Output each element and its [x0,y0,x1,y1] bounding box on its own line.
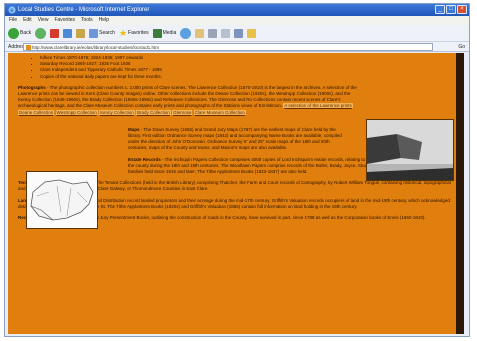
page-icon [26,45,31,50]
page-viewport: Kilkee Times 1870-1876; 1924-1936; 1997 … [8,53,464,334]
records-text: - Grand Jury Presentment Books, outlinin… [82,215,426,221]
menu-tools[interactable]: Tools [81,16,93,25]
edit-icon[interactable] [221,28,231,38]
menu-help[interactable]: Help [99,16,109,25]
scrollbar[interactable] [456,53,464,334]
search-label: Search [99,30,115,36]
media-label: Media [162,30,177,36]
estate-heading: Estate Records [128,156,161,162]
favorites-button[interactable]: ★ Favorites [118,27,149,38]
title-bar: e Local Studies Centre - Microsoft Inter… [5,4,469,16]
deane-link[interactable]: Deane Collection [18,109,55,115]
glenrose-link[interactable]: Glenrose [172,109,193,115]
window-title: Local Studies Centre - Microsoft Interne… [18,7,150,13]
back-label: Back [20,30,32,36]
menu-edit[interactable]: Edit [23,16,32,25]
westropp-link[interactable]: Westropp Collection [55,109,98,115]
cliffs-photo [366,119,454,181]
minimize-button[interactable]: _ [435,5,445,14]
messenger-icon[interactable] [247,28,257,38]
back-button[interactable]: Back [8,27,32,39]
close-button[interactable]: × [457,5,467,14]
maximize-button[interactable]: □ [446,5,456,14]
maps-text: - The Down Survey (1655) and Grand Jury … [128,126,342,151]
internet-explorer-icon: e [8,6,16,14]
maps-section: Maps - The Down Survey (1655) and Grand … [128,127,348,152]
address-bar: Address http://www.clarelibrary.ie/eolas… [5,42,469,52]
maps-heading: Maps [128,126,140,132]
newspaper-list: Kilkee Times 1870-1876; 1924-1936; 1997 … [18,55,452,80]
discuss-icon[interactable] [234,28,244,38]
standard-toolbar: Back Search ★ Favorites Media [5,25,469,42]
address-input[interactable]: http://www.clarelibrary.ie/eolas/library… [23,43,433,51]
history-icon[interactable] [180,27,192,39]
forward-arrow-icon[interactable] [35,27,47,39]
browser-window: e Local Studies Centre - Microsoft Inter… [4,3,470,337]
back-arrow-icon [8,27,19,39]
home-icon[interactable] [76,28,86,38]
photographs-heading: Photographs [18,84,46,90]
brady-link[interactable]: Brady Collection [136,109,171,115]
menu-view[interactable]: View [38,16,49,25]
search-icon [89,28,99,38]
favorites-label: Favorites [128,30,149,36]
media-button[interactable]: Media [152,28,177,38]
photographs-section: Photographs - The photographic collectio… [18,85,358,116]
menu-file[interactable]: File [9,16,17,25]
stop-icon[interactable] [50,28,60,38]
print-icon[interactable] [208,28,218,38]
address-url: http://www.clarelibrary.ie/eolas/library… [32,45,159,50]
lawrence-link[interactable]: A selection of the Lawrence prints [283,103,353,109]
media-icon [152,28,162,38]
go-button[interactable]: Go [458,42,465,52]
menu-bar: File Edit View Favorites Tools Help [5,16,469,25]
refresh-icon[interactable] [63,28,73,38]
search-button[interactable]: Search [89,28,115,38]
clare-museum-link[interactable]: Clare Museum Collection [193,109,246,115]
clare-map [26,171,98,229]
mail-icon[interactable] [195,28,205,38]
menu-favorites[interactable]: Favorites [54,16,75,25]
kenny-link[interactable]: Kenny Collection [99,109,135,115]
star-icon: ★ [118,27,128,38]
